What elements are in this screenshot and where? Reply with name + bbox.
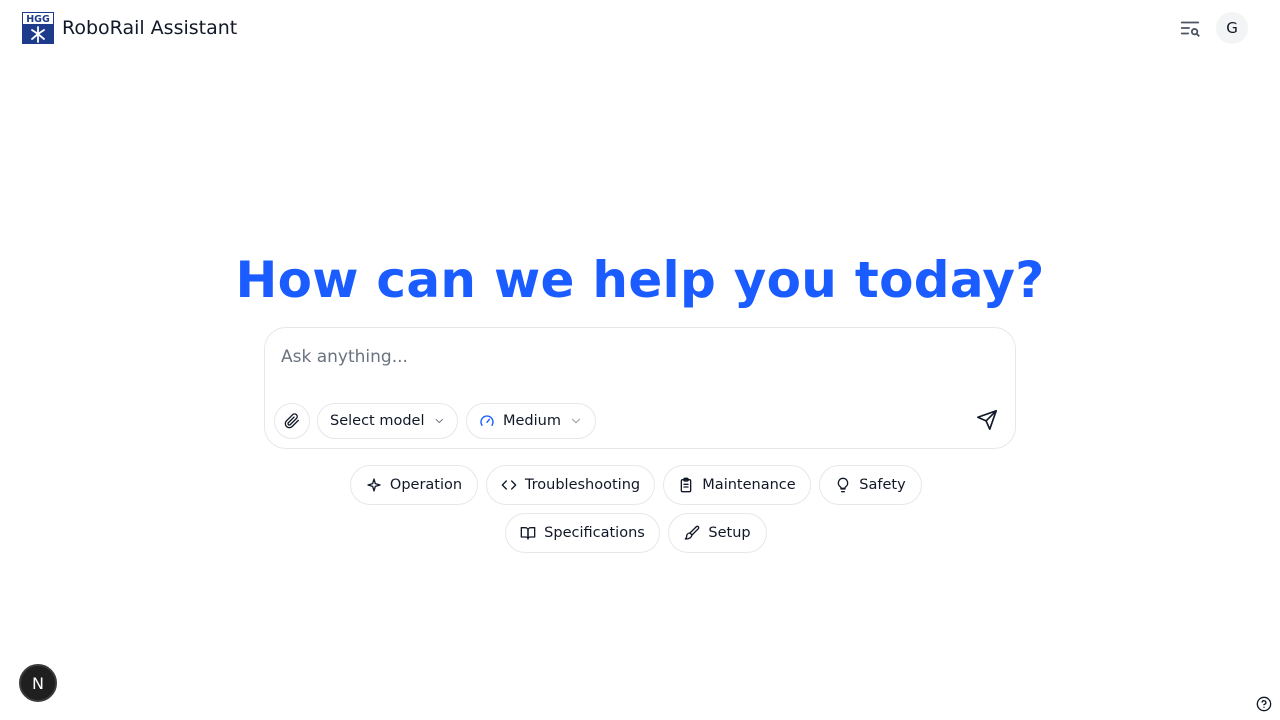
reasoning-effort-select[interactable]: Medium — [466, 403, 596, 439]
chevron-down-icon — [571, 418, 581, 424]
app-header: HGG RoboRail Assistant G — [0, 0, 1280, 56]
suggestion-label: Safety — [859, 477, 906, 493]
book-icon — [520, 527, 536, 540]
list-search-icon — [1180, 21, 1200, 37]
hgg-logo[interactable]: HGG — [22, 12, 54, 44]
help-circle-icon — [1256, 696, 1272, 712]
paintbrush-icon — [685, 525, 700, 540]
attach-file-button[interactable] — [274, 403, 310, 439]
suggestion-label: Maintenance — [702, 477, 796, 493]
chat-input[interactable] — [281, 344, 981, 370]
logo-text: HGG — [26, 14, 50, 25]
suggestion-label: Setup — [708, 525, 751, 541]
clipboard-icon — [680, 477, 692, 493]
model-select[interactable]: Select model — [317, 403, 458, 439]
app-title: RoboRail Assistant — [62, 17, 238, 39]
suggestion-maintenance[interactable]: Maintenance — [663, 465, 811, 505]
sparkle-icon — [367, 478, 381, 492]
suggestion-operation[interactable]: Operation — [350, 465, 478, 505]
chat-composer: Select model Medium — [264, 327, 1016, 449]
suggestion-specifications[interactable]: Specifications — [505, 513, 660, 553]
suggestion-label: Operation — [389, 477, 463, 493]
chevron-down-icon — [435, 418, 443, 424]
suggestion-label: Specifications — [544, 525, 645, 541]
help-button[interactable] — [1255, 695, 1273, 713]
suggestion-label: Troubleshooting — [524, 477, 641, 493]
send-button[interactable] — [971, 404, 1003, 436]
paperclip-icon — [284, 413, 299, 429]
gauge-icon — [480, 415, 494, 426]
dev-tools-badge[interactable]: N — [19, 664, 57, 702]
code-icon — [501, 480, 517, 490]
suggestion-safety[interactable]: Safety — [819, 465, 922, 505]
suggestion-setup[interactable]: Setup — [668, 513, 767, 553]
lightbulb-icon — [838, 477, 849, 493]
model-select-label: Select model — [330, 413, 425, 429]
suggestion-troubleshooting[interactable]: Troubleshooting — [486, 465, 655, 505]
send-icon — [977, 410, 997, 430]
page-headline: How can we help you today? — [235, 251, 1045, 309]
user-avatar[interactable]: G — [1216, 12, 1248, 44]
chat-history-button[interactable] — [1176, 14, 1204, 42]
effort-select-label: Medium — [503, 413, 561, 429]
